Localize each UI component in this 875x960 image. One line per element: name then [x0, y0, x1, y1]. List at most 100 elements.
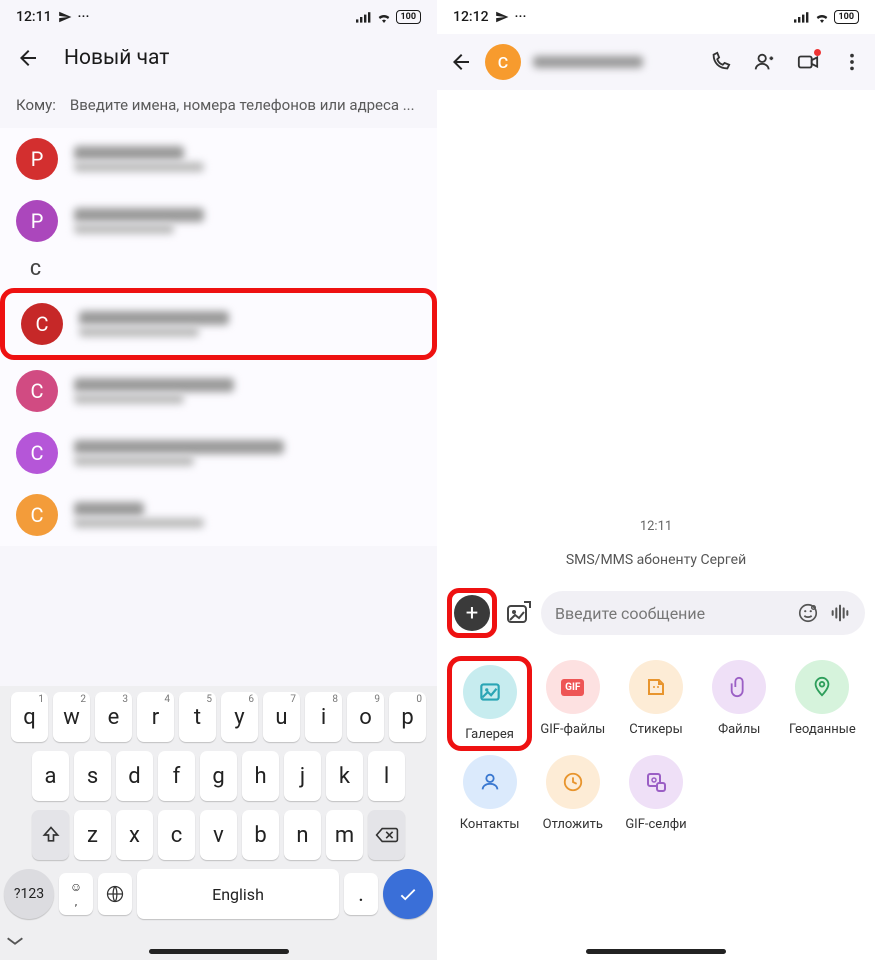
key-m[interactable]: m — [326, 810, 363, 860]
avatar: Р — [16, 138, 58, 180]
attach-location[interactable]: Геоданные — [782, 660, 863, 747]
avatar[interactable]: С — [485, 44, 521, 80]
chat-body: 12:11 SMS/MMS абоненту Сергей — [437, 90, 875, 580]
key-s[interactable]: s — [74, 751, 111, 801]
new-chat-screen: 12:11 ··· 100 Новый чат Кому: Введите им… — [0, 0, 437, 960]
person-icon — [479, 771, 501, 793]
attach-plus-button[interactable]: + — [454, 595, 490, 631]
collapse-keyboard-icon[interactable] — [4, 928, 433, 950]
key-n[interactable]: n — [284, 810, 321, 860]
key-o[interactable]: o9 — [347, 692, 384, 742]
contact-item[interactable]: Р — [0, 190, 437, 252]
back-arrow-icon[interactable] — [16, 46, 40, 70]
signal-icon — [794, 11, 810, 23]
key-y[interactable]: y6 — [221, 692, 258, 742]
key-p[interactable]: p0 — [389, 692, 426, 742]
telegram-icon — [495, 10, 509, 24]
more-menu-icon[interactable] — [841, 51, 863, 73]
key-e[interactable]: e3 — [95, 692, 132, 742]
period-key[interactable]: . — [344, 873, 378, 915]
selfie-icon — [644, 770, 668, 794]
message-timestamp: 12:11 — [640, 519, 672, 534]
signal-icon — [356, 11, 372, 23]
language-key[interactable] — [98, 873, 132, 915]
attachment-grid: Галерея GIF GIF-файлы Стикеры Файлы Геод… — [443, 646, 869, 846]
key-r[interactable]: r4 — [137, 692, 174, 742]
battery-icon: 100 — [396, 10, 422, 24]
header: Новый чат — [0, 34, 437, 82]
camera-gallery-icon[interactable] — [505, 599, 533, 627]
key-a[interactable]: a — [32, 751, 69, 801]
numbers-key[interactable]: ?123 — [4, 869, 54, 919]
space-key[interactable]: English — [137, 869, 339, 919]
attach-schedule[interactable]: Отложить — [532, 755, 613, 832]
wifi-icon — [376, 11, 392, 23]
avatar: С — [21, 303, 63, 345]
key-z[interactable]: z — [74, 810, 111, 860]
home-indicator[interactable] — [149, 949, 289, 954]
keyboard: q1w2e3r4t5y6u7i8o9p0 asdfghjkl zxcvbnm ?… — [0, 686, 437, 960]
chat-header: С — [437, 34, 875, 90]
key-i[interactable]: i8 — [305, 692, 342, 742]
section-header: С — [0, 252, 437, 288]
chat-screen: 12:12 ··· 100 С 12:11 SMS/MMS абоненту С… — [437, 0, 875, 960]
voice-wave-icon[interactable] — [829, 602, 851, 624]
contact-item[interactable]: С — [0, 360, 437, 422]
message-input[interactable]: Введите сообщение — [541, 591, 865, 635]
to-label: Кому: — [16, 96, 56, 114]
add-person-icon[interactable] — [753, 51, 775, 73]
to-field[interactable]: Кому: Введите имена, номера телефонов ил… — [0, 82, 437, 128]
key-t[interactable]: t5 — [179, 692, 216, 742]
key-v[interactable]: v — [200, 810, 237, 860]
paperclip-icon — [728, 676, 750, 698]
contact-item[interactable]: Р — [0, 128, 437, 190]
key-g[interactable]: g — [200, 751, 237, 801]
key-f[interactable]: f — [158, 751, 195, 801]
emoji-key[interactable]: ☺, — [59, 873, 93, 915]
battery-icon: 100 — [834, 10, 860, 24]
emoji-icon[interactable] — [797, 602, 819, 624]
key-u[interactable]: u7 — [263, 692, 300, 742]
more-dots: ··· — [78, 9, 90, 25]
key-x[interactable]: x — [116, 810, 153, 860]
attach-gallery[interactable]: Галерея — [447, 656, 532, 751]
gif-icon: GIF — [561, 679, 584, 696]
attach-gif[interactable]: GIF GIF-файлы — [532, 660, 613, 747]
input-placeholder: Введите сообщение — [555, 604, 787, 623]
key-w[interactable]: w2 — [53, 692, 90, 742]
contact-item[interactable]: С — [0, 422, 437, 484]
attach-files[interactable]: Файлы — [699, 660, 780, 747]
more-dots: ··· — [515, 9, 527, 25]
contact-item[interactable]: С — [0, 484, 437, 546]
contacts-list: Р Р С С С С С — [0, 128, 437, 546]
key-c[interactable]: c — [158, 810, 195, 860]
enter-key[interactable] — [383, 869, 433, 919]
key-h[interactable]: h — [242, 751, 279, 801]
key-q[interactable]: q1 — [11, 692, 48, 742]
avatar: С — [16, 370, 58, 412]
video-call-icon[interactable] — [797, 51, 819, 73]
contact-name[interactable] — [533, 56, 697, 68]
location-pin-icon — [811, 676, 833, 698]
key-d[interactable]: d — [116, 751, 153, 801]
to-placeholder: Введите имена, номера телефонов или адре… — [70, 96, 421, 114]
call-icon[interactable] — [709, 51, 731, 73]
highlighted-plus: + — [447, 588, 497, 638]
key-k[interactable]: k — [326, 751, 363, 801]
attach-stickers[interactable]: Стикеры — [615, 660, 696, 747]
wifi-icon — [814, 11, 830, 23]
home-indicator[interactable] — [586, 949, 726, 954]
shift-key[interactable] — [32, 810, 69, 860]
backspace-key[interactable] — [368, 810, 405, 860]
key-b[interactable]: b — [242, 810, 279, 860]
status-time: 12:11 — [16, 9, 52, 25]
contact-item[interactable]: С — [5, 293, 432, 355]
back-arrow-icon[interactable] — [449, 50, 473, 74]
gallery-icon — [477, 679, 503, 705]
attach-gif-selfie[interactable]: GIF-селфи — [615, 755, 696, 832]
attach-contacts[interactable]: Контакты — [449, 755, 530, 832]
key-j[interactable]: j — [284, 751, 321, 801]
key-l[interactable]: l — [368, 751, 405, 801]
status-bar: 12:12 ··· 100 — [437, 0, 875, 34]
telegram-icon — [58, 10, 72, 24]
